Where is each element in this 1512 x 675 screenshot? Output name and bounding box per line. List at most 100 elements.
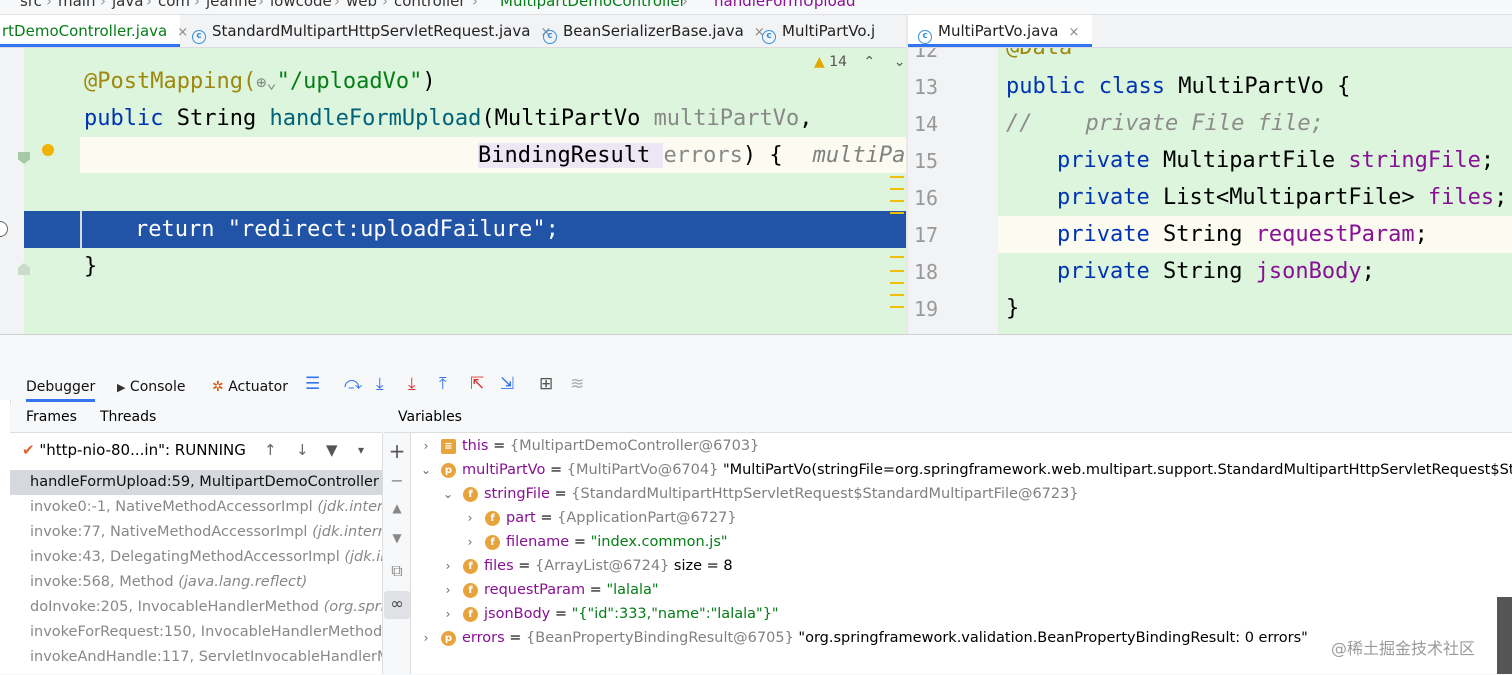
frame-item[interactable]: invokeForRequest:150, InvocableHandlerMe…	[10, 620, 382, 645]
variable-row[interactable]: › f part = {ApplicationPart@6727}	[463, 506, 737, 530]
breadcrumb-item[interactable]: src	[20, 0, 42, 10]
class-icon: c	[543, 30, 557, 44]
variable-row[interactable]: › f files = {ArrayList@6724} size = 8	[441, 554, 733, 578]
field-icon: f	[463, 487, 478, 502]
move-down-icon[interactable]: ▼	[384, 531, 410, 545]
scrollbar[interactable]	[1497, 597, 1512, 674]
variable-row[interactable]: ⌄ f stringFile = {StandardMultipartHttpSer…	[441, 482, 1079, 506]
field-icon: f	[485, 535, 500, 550]
frame-item[interactable]: invoke0:-1, NativeMethodAccessorImpl (jd…	[10, 495, 382, 520]
variable-row[interactable]: › f requestParam = "lalala"	[441, 578, 659, 602]
chevron-down-icon[interactable]: ⌄	[894, 54, 906, 70]
tab-multipartvo[interactable]: c MultiPartVo.java ×	[908, 15, 1092, 47]
tab-multipart-demo-controller[interactable]: rtDemoController.java ×	[0, 15, 188, 47]
tab-actuator[interactable]: ✲ Actuator	[212, 375, 288, 399]
lightbulb-icon[interactable]	[42, 144, 54, 156]
frame-item[interactable]: invokeAndHandle:117, ServletInvocableHan…	[10, 645, 382, 670]
chevron-down-icon[interactable]: ⌄	[441, 482, 455, 506]
step-into-icon[interactable]: ⤓	[376, 374, 384, 394]
this-icon: ≡	[441, 439, 456, 454]
chevron-down-icon[interactable]: ▾	[358, 435, 364, 465]
class-icon: c	[762, 30, 776, 44]
copy-icon[interactable]: ⧉	[384, 561, 410, 581]
force-step-into-icon[interactable]: ⤓	[408, 374, 416, 394]
chevron-right-icon[interactable]: ›	[463, 530, 477, 554]
thread-selector[interactable]: ✔ "http-nio-80...in": RUNNING ↑ ↓ ▼ ▾	[10, 435, 382, 465]
frame-item[interactable]: invoke:77, NativeMethodAccessorImpl (jdk…	[10, 520, 382, 545]
code-line: private String jsonBody;	[1057, 259, 1375, 284]
editor-tabs-left: rtDemoController.java × c StandardMultipar…	[0, 15, 906, 48]
debug-toolbar: Debugger ▶ Console ✲ Actuator ☰ ⤼ ⤓ ⤓ ⤒ …	[0, 358, 1512, 408]
step-out-icon[interactable]: ⤒	[439, 374, 447, 394]
chevron-right-icon[interactable]: ›	[419, 434, 433, 458]
tab-debugger[interactable]: Debugger	[26, 375, 96, 402]
breadcrumb-item[interactable]: com	[158, 0, 190, 10]
watermark: @稀土掘金技术社区	[1331, 639, 1476, 658]
field-icon: f	[463, 607, 478, 622]
tab-standard-multipart-request[interactable]: c StandardMultipartHttpServletRequest.jav…	[192, 15, 551, 47]
trace-icon[interactable]: ≋	[570, 374, 584, 394]
chevron-right-icon[interactable]: ›	[463, 506, 477, 530]
globe-icon[interactable]: ⊕⌄	[256, 73, 276, 93]
code-line: }	[84, 254, 98, 279]
frame-item[interactable]: invoke:568, Method (java.lang.reflect)	[10, 570, 382, 595]
tab-threads[interactable]: Threads	[100, 409, 156, 425]
watch-toggle[interactable]: ∞	[384, 591, 410, 619]
frame-item[interactable]: invoke:43, DelegatingMethodAccessorImpl …	[10, 545, 382, 570]
field-icon: f	[463, 583, 478, 598]
run-to-cursor-icon[interactable]: ⇲	[500, 374, 514, 394]
inline-value-hint: multiPar	[812, 143, 906, 168]
close-icon[interactable]: ×	[177, 25, 188, 40]
breadcrumb-item[interactable]: web	[346, 0, 377, 10]
evaluate-icon[interactable]: ⊞	[539, 374, 553, 394]
breadcrumb-item[interactable]: main	[58, 0, 95, 10]
variable-row[interactable]: › f jsonBody = "{"id":333,"name":"lalala"}…	[441, 602, 779, 626]
gutter[interactable]	[0, 48, 24, 334]
breadcrumb-item[interactable]: jeanne	[206, 0, 257, 10]
move-up-icon[interactable]: ▲	[384, 501, 410, 515]
chevron-right-icon[interactable]: ›	[441, 554, 455, 578]
variable-row[interactable]: › f filename = "index.common.js"	[463, 530, 728, 554]
console-icon: ▶	[117, 381, 126, 394]
arrow-down-icon[interactable]: ↓	[296, 435, 309, 465]
breadcrumb-item[interactable]: MultipartDemoController	[500, 0, 686, 10]
filter-icon[interactable]: ▼	[326, 435, 338, 465]
error-stripe[interactable]	[890, 176, 906, 308]
chevron-up-icon[interactable]: ⌃	[864, 54, 876, 70]
drop-frame-icon[interactable]: ⇱	[470, 374, 484, 394]
code-line: private String requestParam;	[1057, 222, 1428, 247]
variable-row[interactable]: ⌄ p multiPartVo = {MultiPartVo@6704} "Mult…	[419, 458, 1512, 482]
breadcrumb-item[interactable]: java	[112, 0, 143, 10]
chevron-down-icon[interactable]: ⌄	[419, 458, 433, 482]
tab-frames[interactable]: Frames	[26, 409, 77, 425]
chevron-right-icon[interactable]: ›	[419, 626, 433, 650]
add-watch-icon[interactable]: +	[384, 439, 410, 463]
check-icon: ✔	[22, 441, 35, 459]
step-over-icon[interactable]: ⤼	[344, 374, 362, 394]
tab-multipartvo-left[interactable]: c MultiPartVo.j	[762, 15, 875, 47]
tab-console[interactable]: ▶ Console	[117, 375, 186, 399]
actuator-icon: ✲	[212, 379, 224, 395]
chevron-right-icon[interactable]: ›	[441, 602, 455, 626]
menu-icon[interactable]: ☰	[305, 374, 320, 394]
breadcrumb-item[interactable]: lowcode	[270, 0, 332, 10]
arrow-up-icon[interactable]: ↑	[264, 435, 277, 465]
glasses-icon: ∞	[390, 594, 404, 613]
breadcrumb-item[interactable]: controller	[394, 0, 466, 10]
param-icon: p	[441, 631, 456, 646]
editor-right[interactable]: 12 13 14 15 16 17 18 19 @Data public cla…	[908, 48, 1512, 334]
remove-icon[interactable]: −	[384, 471, 410, 490]
code-line: BindingResult errors) {multiPar	[478, 137, 906, 174]
variables-toolbar: + − ▲ ▼ ⧉ ∞	[384, 433, 411, 674]
inspection-widget[interactable]: ▲ 14 ⌃ ⌄	[814, 54, 905, 70]
variable-row[interactable]: › p errors = {BeanPropertyBindingResult@67…	[419, 626, 1308, 650]
tab-bean-serializer-base[interactable]: c BeanSerializerBase.java ×	[543, 15, 765, 47]
chevron-right-icon[interactable]: ›	[441, 578, 455, 602]
breadcrumb-item[interactable]: handleFormUpload	[714, 0, 855, 10]
code-line: public class MultiPartVo {	[1006, 74, 1351, 99]
frame-item[interactable]: handleFormUpload:59, MultipartDemoContro…	[10, 470, 382, 495]
close-icon[interactable]: ×	[1068, 25, 1079, 40]
editor-left[interactable]: ▲ 14 ⌃ ⌄ @PostMapping(⊕⌄"/uploadVo") pub…	[0, 48, 906, 334]
frame-item[interactable]: doInvoke:205, InvocableHandlerMethod (or…	[10, 595, 382, 620]
variable-row[interactable]: › ≡ this = {MultipartDemoController@6703}	[419, 434, 759, 458]
